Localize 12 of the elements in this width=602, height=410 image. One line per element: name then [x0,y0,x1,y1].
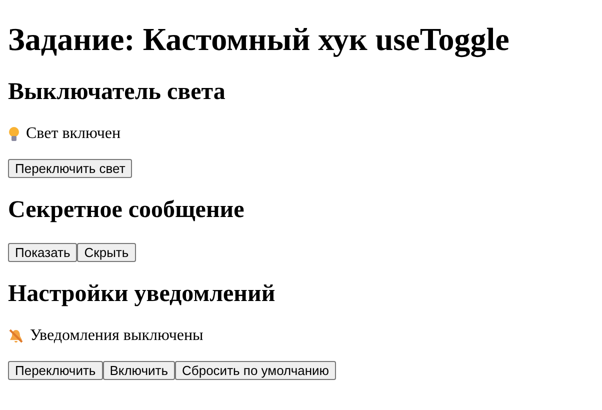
section-heading: Секретное сообщение [8,197,246,224]
section-heading: Выключатель света [8,79,226,106]
action-button[interactable]: Сбросить по умолчанию [175,361,336,380]
action-button[interactable]: Скрыть [77,243,136,262]
action-button[interactable]: Включить [102,361,176,380]
action-button[interactable]: Показать [8,243,78,262]
page-title: Задание: Кастомный хук useToggle [8,21,510,58]
action-button[interactable]: Переключить [8,361,103,380]
section-heading: Настройки уведомлений [8,281,276,308]
action-button[interactable]: Переключить свет [8,159,132,178]
status-text: Свет включен [26,125,121,143]
status-text: Уведомления выключены [30,327,204,345]
